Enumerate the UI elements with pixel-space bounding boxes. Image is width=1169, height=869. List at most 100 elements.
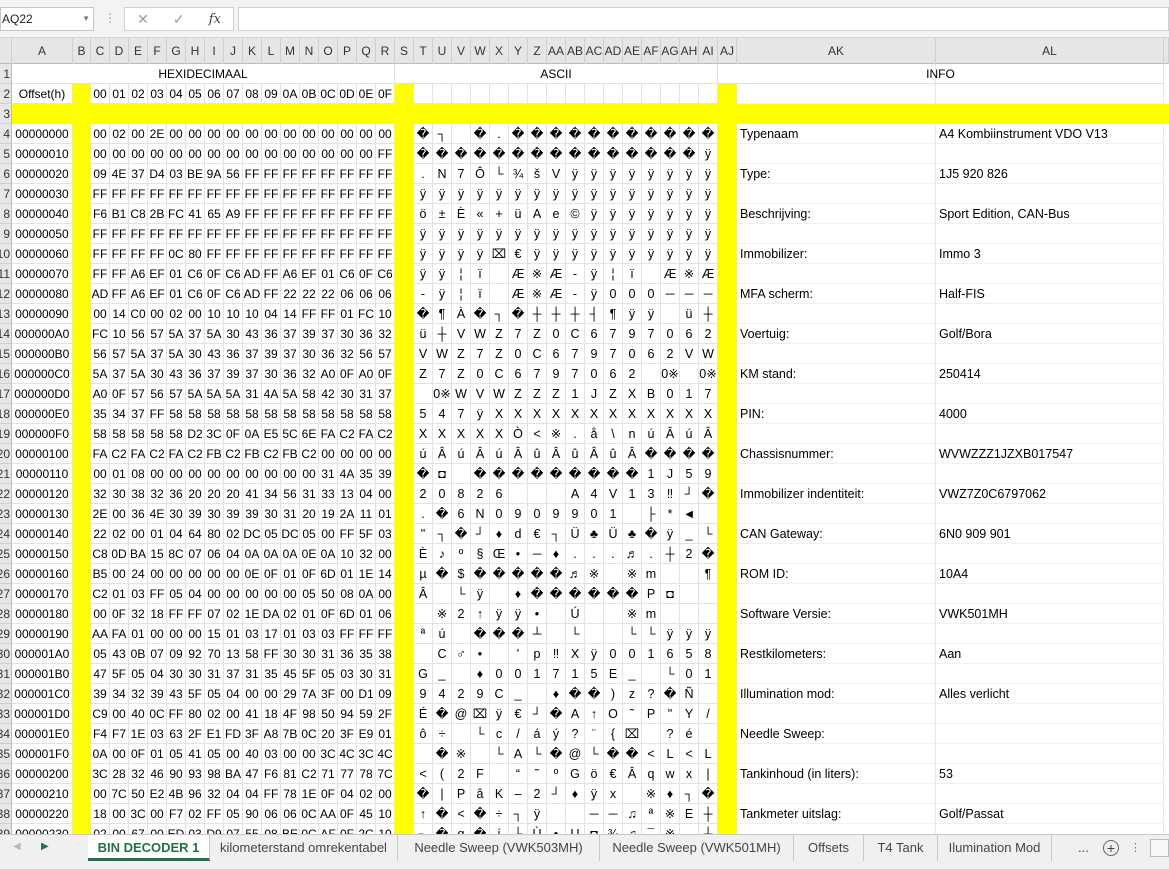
ascii-cell[interactable]: | [699,764,718,784]
hex-cell[interactable]: FF [205,244,224,264]
ascii-cell[interactable] [490,764,509,784]
hex-cell[interactable]: 24 [129,564,148,584]
hex-cell[interactable]: 20 [319,724,338,744]
hex-cell[interactable]: 01 [148,524,167,544]
ascii-cell[interactable]: ※ [642,784,661,804]
ascii-cell[interactable]: X [661,404,680,424]
hex-cell[interactable]: 01 [357,604,376,624]
column-header-ah[interactable]: AH [680,38,699,64]
ascii-cell[interactable]: � [509,144,528,164]
ascii-cell[interactable]: � [471,304,490,324]
ascii-cell[interactable]: ÿ [547,224,566,244]
offset-cell[interactable]: 00000220 [12,804,73,824]
ascii-cell[interactable]: ú [433,624,452,644]
ascii-cell[interactable]: * [661,504,680,524]
row-header[interactable]: 19 [0,424,12,444]
column-header-p[interactable]: P [338,38,357,64]
hex-cell[interactable]: 00 [243,584,262,604]
ascii-cell[interactable]: 9 [509,504,528,524]
hex-cell[interactable]: FF [129,184,148,204]
ascii-cell[interactable]: ¾ [509,164,528,184]
ascii-cell[interactable]: ÿ [680,224,699,244]
ascii-cell[interactable]: ÿ [680,244,699,264]
hex-cell[interactable]: FF [338,184,357,204]
ascii-cell[interactable]: ┐ [490,304,509,324]
hex-cell[interactable]: 42 [319,384,338,404]
row-header[interactable]: 32 [0,684,12,704]
ascii-cell[interactable] [661,304,680,324]
hex-cell[interactable]: EF [300,264,319,284]
offset-cell[interactable]: 000001E0 [12,724,73,744]
ascii-cell[interactable]: N [471,504,490,524]
row-header[interactable]: 13 [0,304,12,324]
ascii-cell[interactable]: � [509,564,528,584]
ascii-cell[interactable]: W [433,344,452,364]
hex-cell[interactable]: 1E [129,724,148,744]
hex-cell[interactable]: 5A [129,364,148,384]
ascii-cell[interactable]: ◘ [433,464,452,484]
offset-cell[interactable]: 000001B0 [12,664,73,684]
ascii-cell[interactable] [414,604,433,624]
ascii-cell[interactable]: ª [642,804,661,824]
hex-cell[interactable]: FF [262,224,281,244]
hex-cell[interactable]: 5A [205,384,224,404]
hex-cell[interactable]: 01 [300,604,319,624]
hex-cell[interactable]: 00 [148,144,167,164]
hex-cell[interactable]: C2 [148,444,167,464]
hex-cell[interactable]: 03 [300,624,319,644]
hex-cell[interactable]: 41 [243,704,262,724]
hex-cell[interactable]: DC [243,524,262,544]
hex-cell[interactable]: 01 [376,504,395,524]
column-header-al[interactable]: AL [936,38,1164,64]
ascii-cell[interactable] [547,604,566,624]
hex-cell[interactable]: 57 [167,384,186,404]
ascii-cell[interactable]: ÿ [566,224,585,244]
hex-cell[interactable]: 0A [319,544,338,564]
ascii-cell[interactable] [699,604,718,624]
ascii-cell[interactable]: � [414,304,433,324]
ascii-cell[interactable]: ÿ [604,164,623,184]
hex-cell[interactable]: 5A [167,344,186,364]
ascii-cell[interactable] [547,624,566,644]
hex-cell[interactable]: 9A [205,164,224,184]
hex-cell[interactable]: 2E [148,124,167,144]
hex-cell[interactable]: 06 [262,804,281,824]
offset-cell[interactable]: 00000110 [12,464,73,484]
ascii-cell[interactable]: ÿ [528,244,547,264]
ascii-cell[interactable]: ü [509,204,528,224]
ascii-cell[interactable]: ¯ [642,824,661,834]
ascii-cell[interactable]: ( [433,764,452,784]
info-grid-cell[interactable] [936,664,1164,684]
column-header-w[interactable]: W [471,38,490,64]
hex-cell[interactable]: FF [91,184,110,204]
hex-cell[interactable]: 80 [186,704,205,724]
enter-icon[interactable]: ✓ [173,11,185,28]
hex-cell[interactable]: 30 [338,384,357,404]
hex-cell[interactable]: 22 [300,284,319,304]
ascii-cell[interactable]: g [452,824,471,834]
hex-cell[interactable]: 0E [300,544,319,564]
ascii-cell[interactable]: 5 [680,464,699,484]
row-header[interactable]: 28 [0,604,12,624]
ascii-cell[interactable]: ÿ [433,224,452,244]
ascii-cell[interactable]: « [471,204,490,224]
hex-cell[interactable]: 13 [338,484,357,504]
ascii-cell[interactable]: � [490,624,509,644]
hex-cell[interactable]: 93 [186,764,205,784]
hex-cell[interactable]: 06 [205,544,224,564]
ascii-header-cell[interactable] [661,84,680,104]
ascii-cell[interactable]: ÿ [642,164,661,184]
ascii-cell[interactable]: � [680,124,699,144]
hex-cell[interactable]: 37 [129,164,148,184]
ascii-cell[interactable]: 6 [490,484,509,504]
hex-cell[interactable]: 98 [205,764,224,784]
ascii-cell[interactable]: � [509,124,528,144]
ascii-cell[interactable]: ♦ [661,784,680,804]
hex-cell[interactable]: DC [281,524,300,544]
hex-cell[interactable]: 04 [224,684,243,704]
ascii-cell[interactable]: ú [452,444,471,464]
info-grid-cell[interactable] [936,744,1164,764]
ascii-cell[interactable] [699,504,718,524]
hex-cell[interactable]: FC [357,304,376,324]
hex-cell[interactable]: FF [281,224,300,244]
